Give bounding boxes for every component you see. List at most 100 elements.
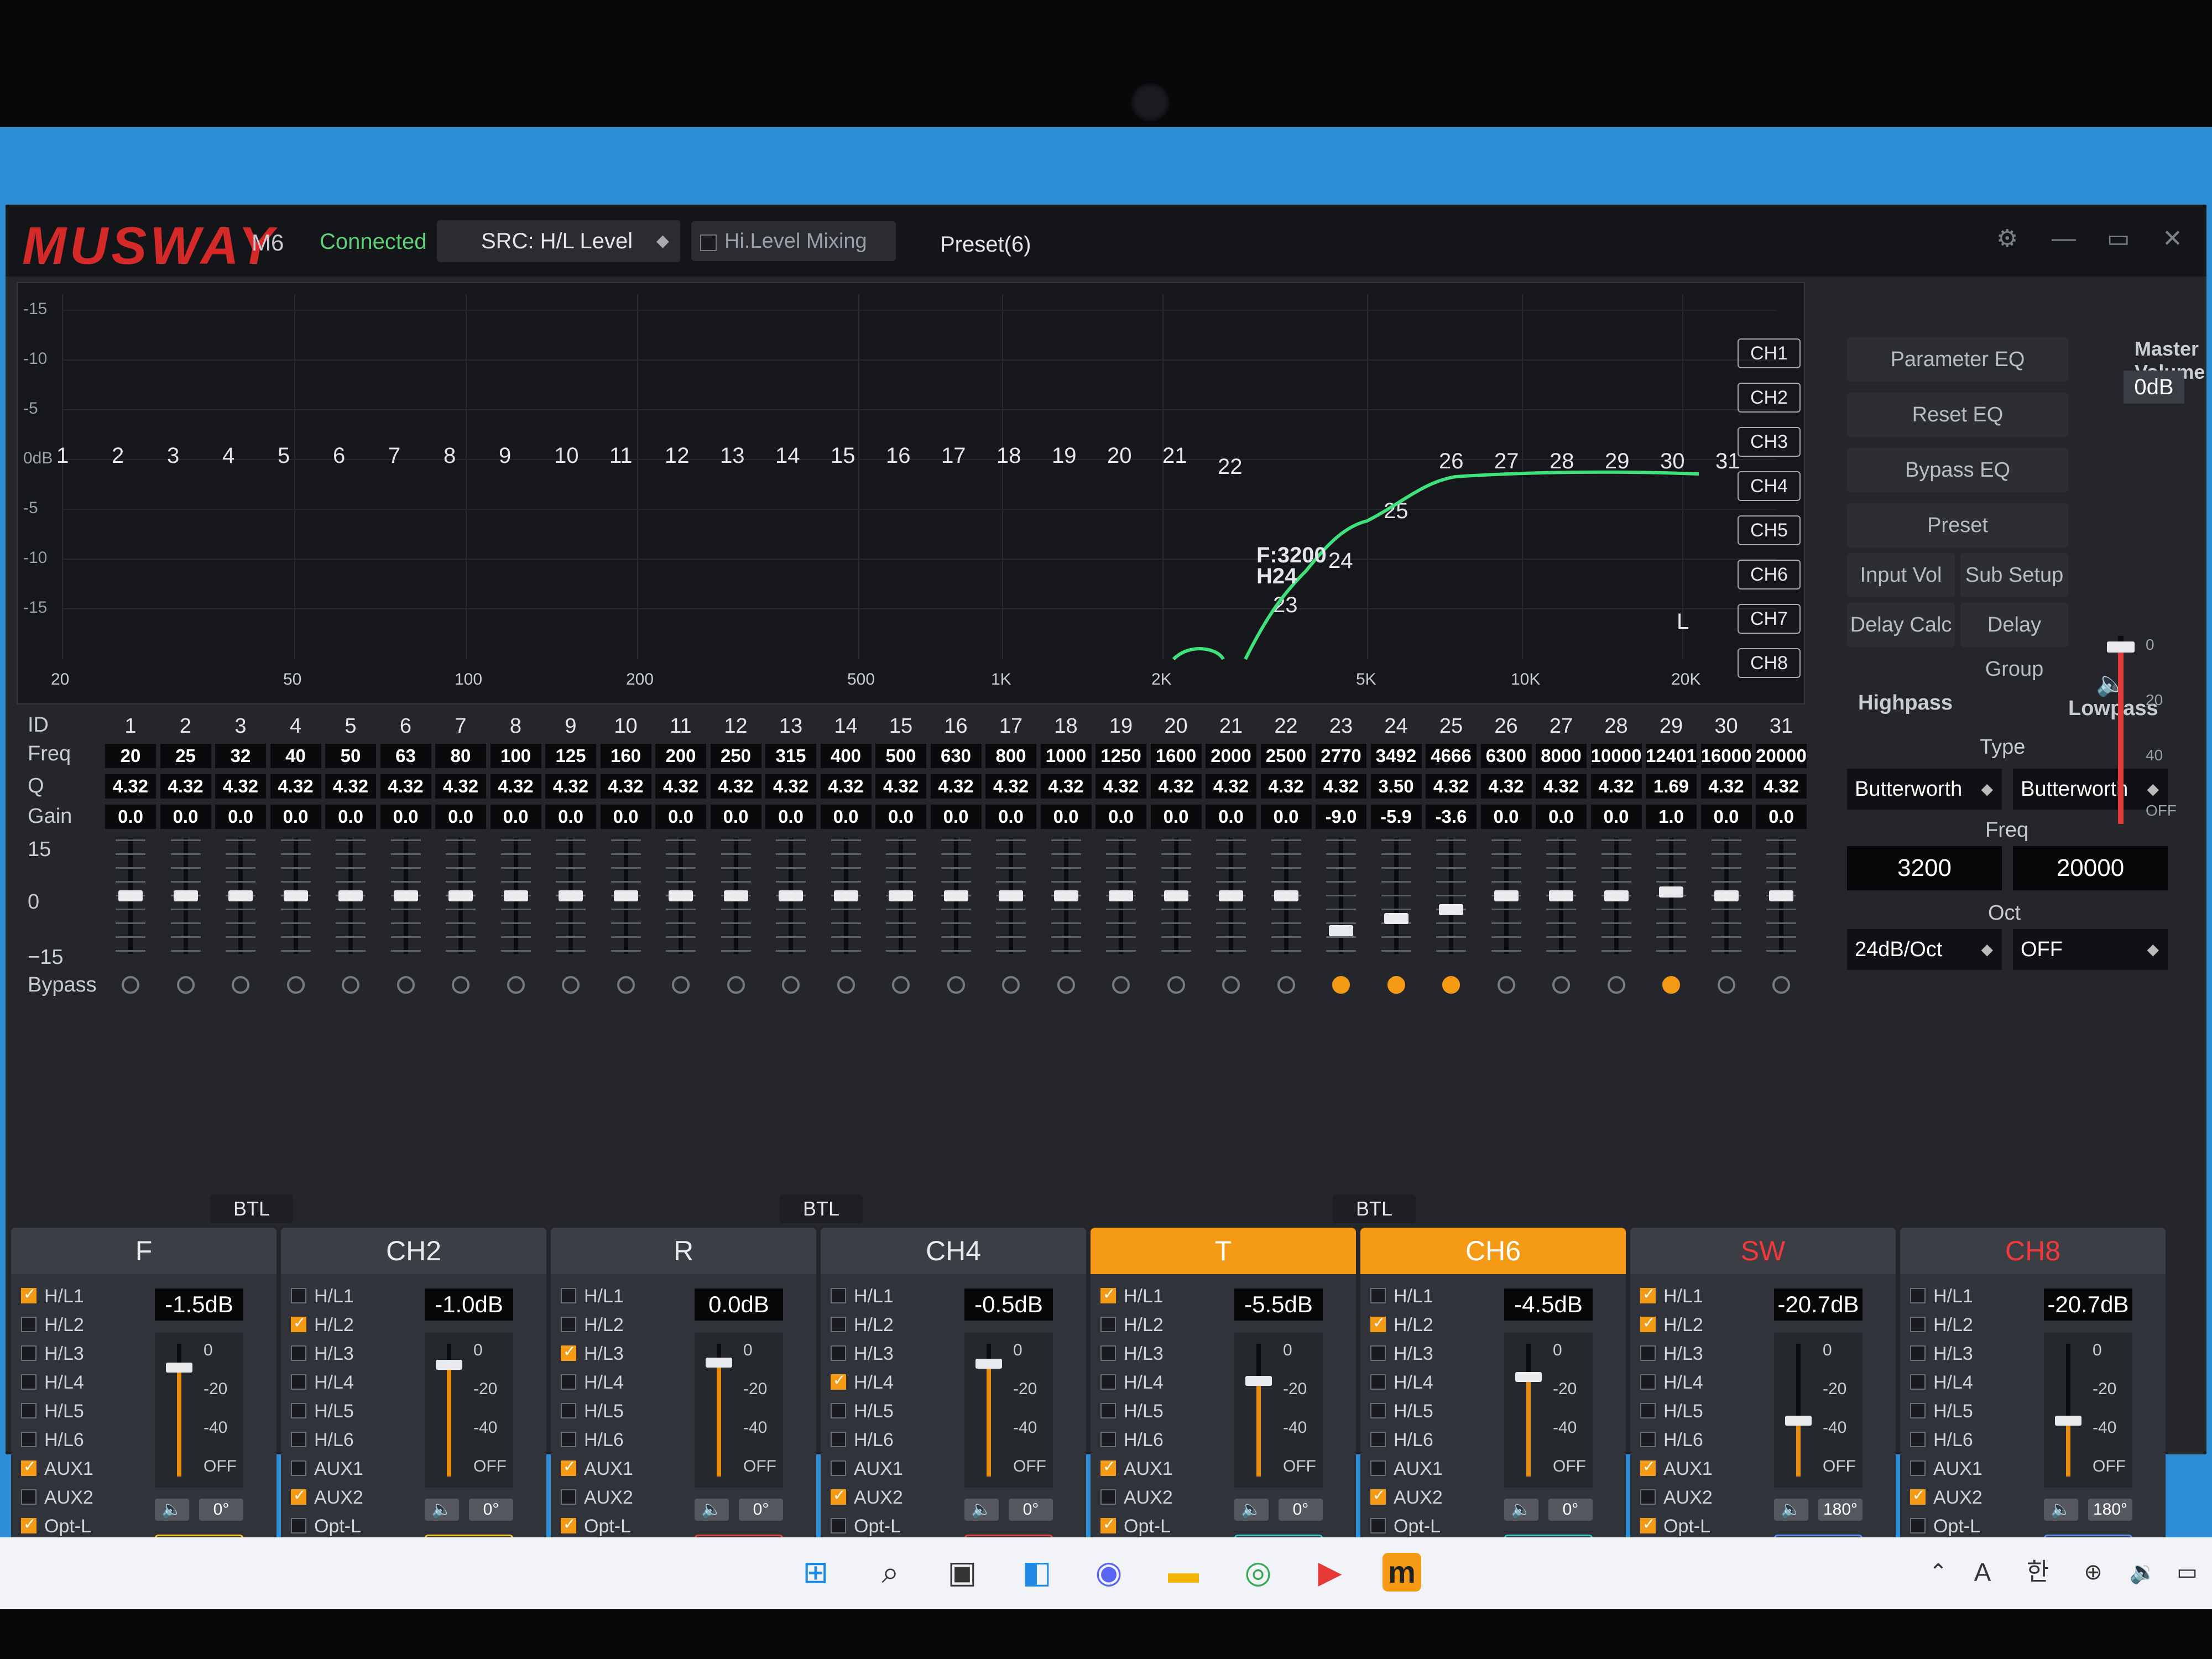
lowpass-type-select[interactable]: Butterworth ◆ [2013, 769, 2168, 810]
checkbox[interactable] [831, 1486, 846, 1505]
channel-volume-fader[interactable]: 0 -20 -40 OFF [1774, 1333, 1863, 1488]
checkbox[interactable] [831, 1317, 846, 1332]
q-cell[interactable]: 4.32 [270, 774, 321, 799]
band-gain-fader[interactable] [111, 838, 150, 954]
band-gain-fader[interactable] [1432, 838, 1470, 954]
input-aux2[interactable]: AUX2 [1100, 1487, 1173, 1509]
bypass-toggle[interactable] [837, 976, 855, 994]
freq-cell[interactable]: 250 [710, 744, 761, 768]
checkbox[interactable] [1910, 1374, 1926, 1390]
youtube-icon[interactable]: ▶ [1311, 1553, 1349, 1592]
widgets-icon[interactable]: ◧ [1018, 1553, 1056, 1592]
freq-cell[interactable]: 800 [985, 744, 1036, 768]
input-aux1[interactable]: AUX1 [21, 1457, 93, 1480]
freq-cell[interactable]: 200 [655, 744, 706, 768]
input-hl6[interactable]: H/L6 [1370, 1430, 1433, 1451]
checkbox[interactable] [1370, 1518, 1386, 1533]
input-hl6[interactable]: H/L6 [1640, 1430, 1703, 1451]
input-hl6[interactable]: H/L6 [21, 1430, 84, 1451]
q-cell[interactable]: 4.32 [1095, 774, 1146, 799]
checkbox[interactable] [1910, 1317, 1926, 1332]
channel-button-ch2[interactable]: CH2 [1738, 383, 1801, 413]
freq-cell[interactable]: 2500 [1260, 744, 1312, 768]
fader-knob[interactable] [1604, 890, 1629, 901]
checkbox[interactable] [291, 1403, 306, 1418]
phase-button[interactable]: 0° [1279, 1499, 1323, 1521]
checkbox[interactable] [1100, 1374, 1116, 1390]
highpass-type-select[interactable]: Butterworth ◆ [1847, 769, 2002, 810]
checkbox[interactable] [831, 1288, 846, 1303]
q-cell[interactable]: 4.32 [160, 774, 211, 799]
channel-button-ch3[interactable]: CH3 [1738, 427, 1801, 457]
fader-knob[interactable] [1384, 913, 1408, 925]
freq-cell[interactable]: 2000 [1206, 744, 1256, 768]
fader-knob[interactable] [779, 890, 803, 901]
band-gain-fader[interactable] [1047, 838, 1086, 954]
input-opt-l[interactable]: Opt-L [831, 1516, 901, 1537]
checkbox[interactable] [291, 1460, 306, 1476]
channel-button-ch8[interactable]: CH8 [1738, 648, 1801, 678]
q-cell[interactable]: 4.32 [1206, 774, 1256, 799]
checkbox[interactable] [561, 1403, 576, 1418]
input-hl3[interactable]: H/L3 [1910, 1343, 1973, 1365]
freq-cell[interactable]: 63 [380, 744, 431, 768]
fader-knob[interactable] [943, 890, 968, 901]
freq-cell[interactable]: 40 [270, 744, 321, 768]
freq-cell[interactable]: 50 [325, 744, 376, 768]
phase-button[interactable]: 0° [739, 1499, 783, 1521]
checkbox[interactable] [561, 1515, 576, 1533]
mute-icon[interactable]: 🔈 [964, 1499, 999, 1521]
gain-cell[interactable]: 0.0 [105, 805, 156, 829]
fader-knob[interactable] [1329, 925, 1353, 936]
freq-cell[interactable]: 80 [435, 744, 486, 768]
checkbox[interactable] [561, 1288, 576, 1303]
q-cell[interactable]: 4.32 [930, 774, 982, 799]
input-aux2[interactable]: AUX2 [21, 1487, 93, 1509]
checkbox[interactable] [21, 1317, 36, 1332]
start-icon[interactable]: ⊞ [796, 1553, 835, 1592]
fader-knob[interactable] [1494, 890, 1519, 901]
phase-button[interactable]: 180° [1818, 1499, 1863, 1521]
checkbox[interactable] [1640, 1457, 1656, 1476]
parameter-eq-button[interactable]: Parameter EQ [1847, 337, 2068, 382]
bypass-toggle[interactable] [1772, 976, 1790, 994]
input-hl4[interactable]: H/L4 [561, 1372, 624, 1394]
freq-cell[interactable]: 8000 [1536, 744, 1587, 768]
checkbox[interactable] [291, 1374, 306, 1390]
freq-cell[interactable]: 500 [875, 744, 926, 768]
bypass-toggle[interactable] [1332, 976, 1350, 994]
input-aux2[interactable]: AUX2 [1640, 1487, 1713, 1509]
freq-cell[interactable]: 20 [105, 744, 156, 768]
band-gain-fader[interactable] [497, 838, 535, 954]
bypass-toggle[interactable] [1002, 976, 1020, 994]
input-aux1[interactable]: AUX1 [1640, 1457, 1713, 1480]
freq-cell[interactable]: 125 [545, 744, 596, 768]
q-cell[interactable]: 4.32 [325, 774, 376, 799]
input-opt-l[interactable]: Opt-L [1370, 1516, 1441, 1537]
checkbox[interactable] [1370, 1374, 1386, 1390]
band-gain-fader[interactable] [661, 838, 700, 954]
band-gain-fader[interactable] [1377, 838, 1416, 954]
gain-cell[interactable]: 0.0 [1095, 805, 1146, 829]
input-hl1[interactable]: H/L1 [1100, 1285, 1164, 1307]
channel-volume-fader[interactable]: 0 -20 -40 OFF [425, 1333, 513, 1488]
fader-knob[interactable] [1439, 904, 1463, 916]
freq-cell[interactable]: 20000 [1756, 744, 1807, 768]
fader-knob[interactable] [1549, 890, 1573, 901]
fader-knob[interactable] [166, 1363, 192, 1373]
q-cell[interactable]: 4.32 [655, 774, 706, 799]
checkbox[interactable] [1100, 1489, 1116, 1505]
channel-volume-fader[interactable]: 0 -20 -40 OFF [1234, 1333, 1323, 1488]
fader-knob[interactable] [889, 890, 913, 901]
battery-icon[interactable]: ▭ [2168, 1553, 2206, 1592]
freq-cell[interactable]: 400 [820, 744, 872, 768]
checkbox[interactable] [1640, 1489, 1656, 1505]
q-cell[interactable]: 4.32 [380, 774, 431, 799]
checkbox[interactable] [21, 1285, 36, 1303]
input-aux1[interactable]: AUX1 [1370, 1458, 1443, 1480]
checkbox[interactable] [291, 1345, 306, 1361]
checkbox[interactable] [561, 1317, 576, 1332]
volume-icon[interactable]: 🔉 [2124, 1553, 2162, 1592]
band-gain-fader[interactable] [331, 838, 370, 954]
q-cell[interactable]: 4.32 [490, 774, 541, 799]
